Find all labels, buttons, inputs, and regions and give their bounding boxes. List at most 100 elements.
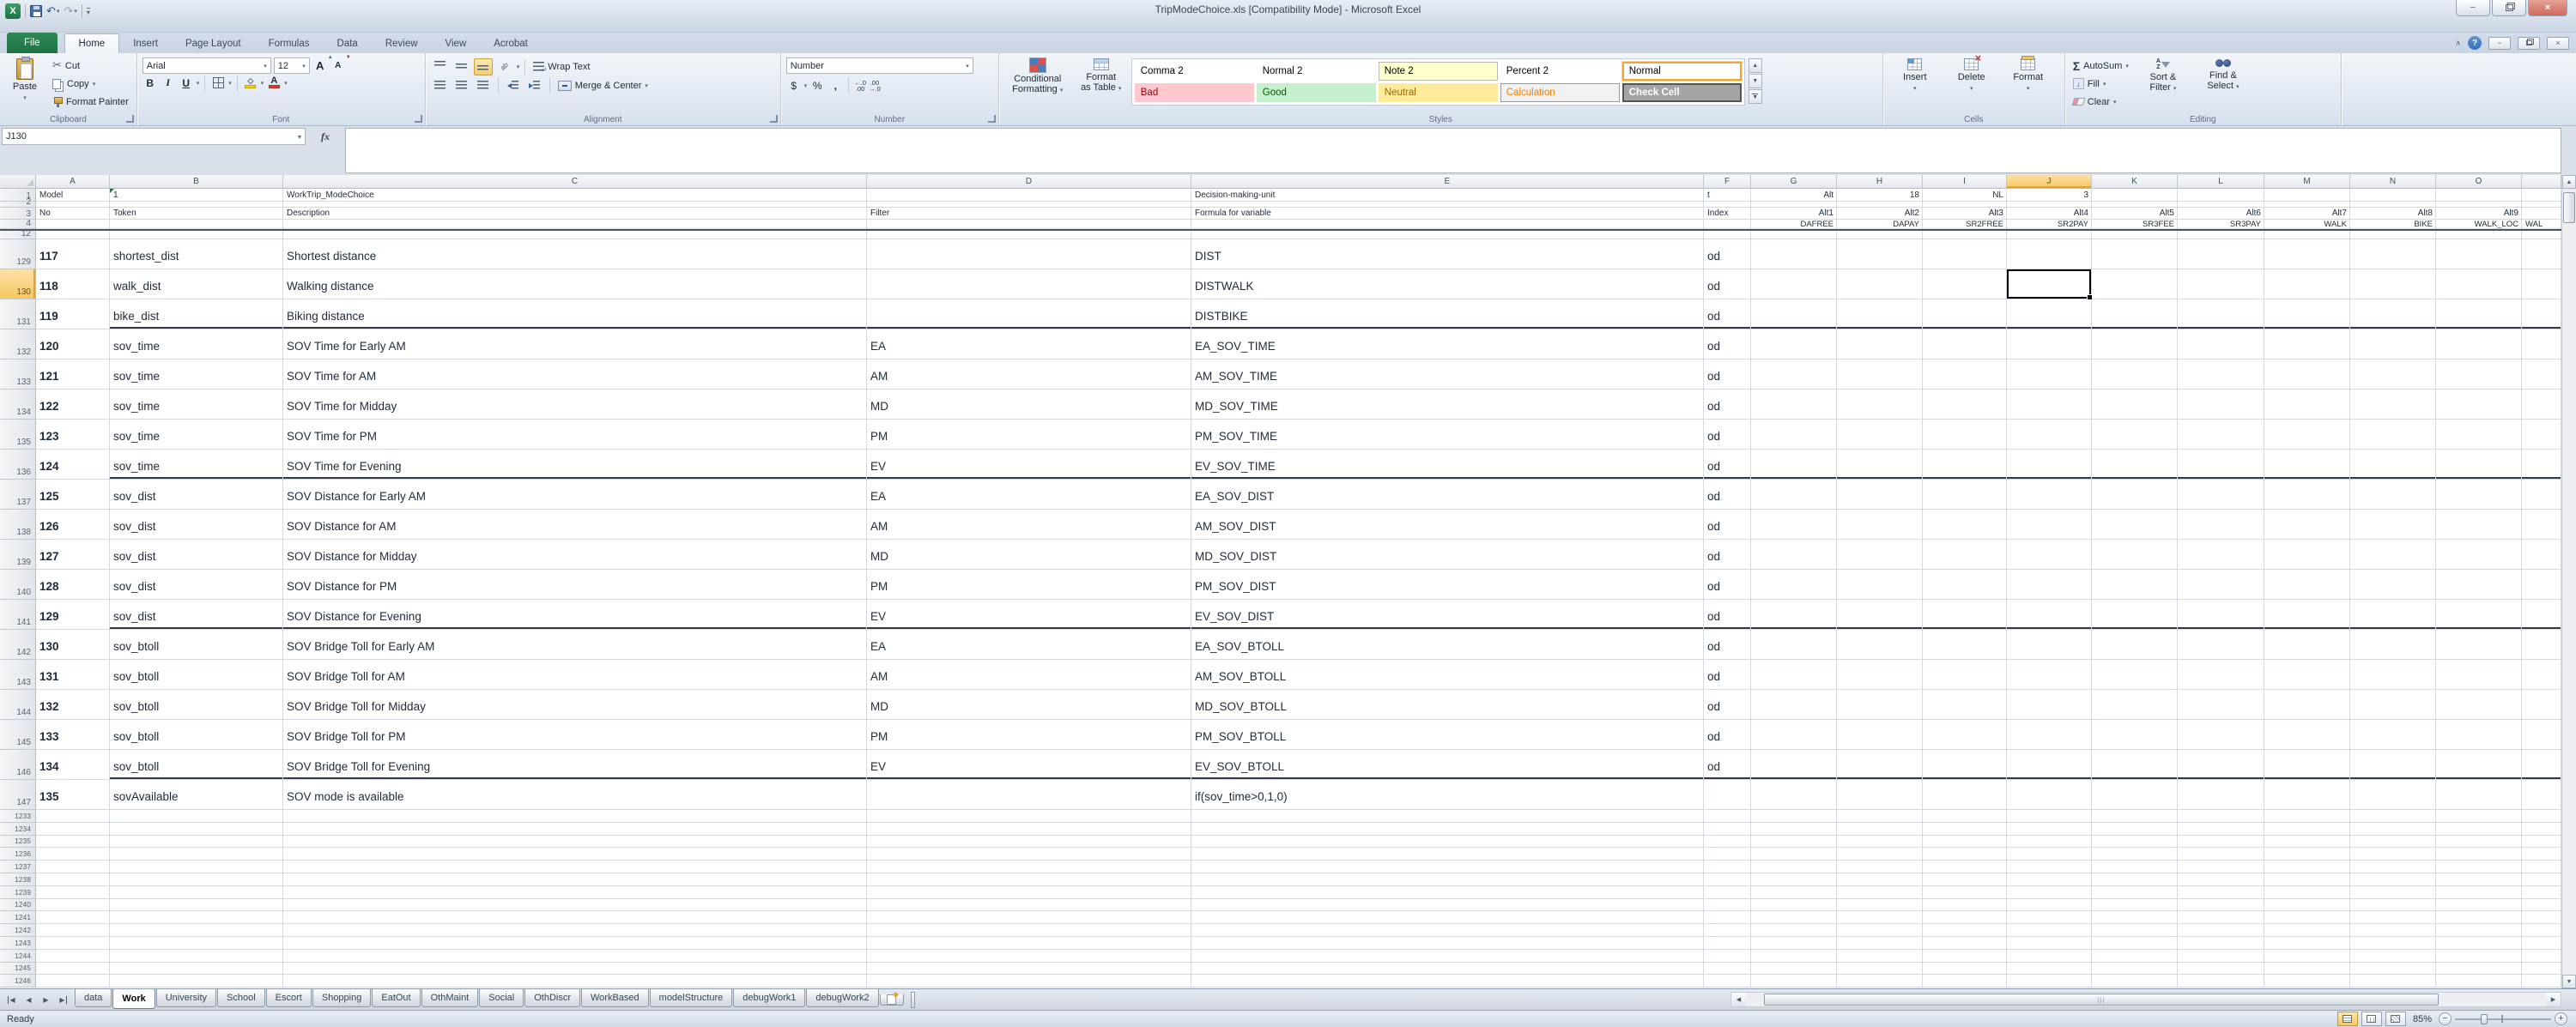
cell-G4[interactable]: DAFREE bbox=[1751, 220, 1837, 229]
cell-M1239[interactable] bbox=[2264, 886, 2350, 899]
cell-N1243[interactable] bbox=[2350, 937, 2436, 950]
cell-I134[interactable] bbox=[1923, 390, 2007, 420]
cell-I1234[interactable] bbox=[1923, 823, 2007, 836]
cell-D129[interactable] bbox=[867, 239, 1191, 269]
cell-K144[interactable] bbox=[2092, 690, 2178, 720]
cell-B1234[interactable] bbox=[110, 823, 283, 836]
cell-D1245[interactable] bbox=[867, 963, 1191, 976]
cell-D2[interactable] bbox=[867, 202, 1191, 208]
cell-O133[interactable] bbox=[2436, 359, 2522, 390]
cell-F1239[interactable] bbox=[1704, 886, 1751, 899]
cell-I129[interactable] bbox=[1923, 239, 2007, 269]
merge-center-button[interactable]: Merge & Center▾ bbox=[555, 76, 651, 94]
fill-button[interactable]: ↓Fill▾ bbox=[2070, 75, 2131, 93]
cell-E1244[interactable] bbox=[1191, 950, 1704, 963]
increase-decimal-button[interactable]: ←.0.00 bbox=[854, 80, 866, 92]
cell-H137[interactable] bbox=[1837, 480, 1923, 510]
cell-K1241[interactable] bbox=[2092, 911, 2178, 924]
cell-N132[interactable] bbox=[2350, 329, 2436, 359]
align-right-button[interactable] bbox=[474, 77, 493, 94]
cell-N1246[interactable] bbox=[2350, 975, 2436, 988]
cell-G12[interactable] bbox=[1751, 231, 1837, 239]
cell-G1245[interactable] bbox=[1751, 963, 1837, 976]
cell-J1245[interactable] bbox=[2007, 963, 2092, 976]
cell-H1241[interactable] bbox=[1837, 911, 1923, 924]
cell-B138[interactable]: sov_dist bbox=[110, 510, 283, 540]
row-header-1236[interactable]: 1236 bbox=[0, 848, 36, 861]
cell-G1239[interactable] bbox=[1751, 886, 1837, 899]
cell-I142[interactable] bbox=[1923, 630, 2007, 660]
tab-data[interactable]: Data bbox=[324, 34, 372, 53]
cell-E131[interactable]: DISTBIKE bbox=[1191, 299, 1704, 329]
row-header-1244[interactable]: 1244 bbox=[0, 950, 36, 963]
column-header-B[interactable]: B bbox=[110, 175, 283, 189]
cell-D1243[interactable] bbox=[867, 937, 1191, 950]
column-header-A[interactable]: A bbox=[36, 175, 110, 189]
row-header-130[interactable]: 130 bbox=[0, 269, 36, 299]
cell-K130[interactable] bbox=[2092, 269, 2178, 299]
cell-H143[interactable] bbox=[1837, 660, 1923, 690]
cell-I2[interactable] bbox=[1923, 202, 2007, 208]
cell-A1233[interactable] bbox=[36, 810, 110, 823]
cell-C147[interactable]: SOV mode is available bbox=[283, 780, 867, 810]
cell-N1241[interactable] bbox=[2350, 911, 2436, 924]
cell-A1246[interactable] bbox=[36, 975, 110, 988]
row-header-1246[interactable]: 1246 bbox=[0, 975, 36, 988]
cell-C1234[interactable] bbox=[283, 823, 867, 836]
format-painter-button[interactable]: Format Painter bbox=[50, 93, 131, 111]
cell-N131[interactable] bbox=[2350, 299, 2436, 329]
cell-B146[interactable]: sov_btoll bbox=[110, 750, 283, 780]
cell-K1239[interactable] bbox=[2092, 886, 2178, 899]
cell-I131[interactable] bbox=[1923, 299, 2007, 329]
cell-C143[interactable]: SOV Bridge Toll for AM bbox=[283, 660, 867, 690]
cell-O135[interactable] bbox=[2436, 420, 2522, 450]
cell-I1240[interactable] bbox=[1923, 899, 2007, 912]
cell-H4[interactable]: DAPAY bbox=[1837, 220, 1923, 229]
cell-M1234[interactable] bbox=[2264, 823, 2350, 836]
style-check-cell[interactable]: Check Cell bbox=[1622, 83, 1742, 102]
cell-I1233[interactable] bbox=[1923, 810, 2007, 823]
cell-H1237[interactable] bbox=[1837, 861, 1923, 873]
cell-K147[interactable] bbox=[2092, 780, 2178, 810]
cell-E132[interactable]: EA_SOV_TIME bbox=[1191, 329, 1704, 359]
cell-D1240[interactable] bbox=[867, 899, 1191, 912]
cell-G1244[interactable] bbox=[1751, 950, 1837, 963]
cell-C1235[interactable] bbox=[283, 836, 867, 849]
column-header-M[interactable]: M bbox=[2264, 175, 2350, 189]
cell-E139[interactable]: MD_SOV_DIST bbox=[1191, 540, 1704, 570]
delete-cells-button[interactable]: Delete▾ bbox=[1945, 57, 1998, 96]
cell-O139[interactable] bbox=[2436, 540, 2522, 570]
cell-K129[interactable] bbox=[2092, 239, 2178, 269]
cell-L146[interactable] bbox=[2178, 750, 2264, 780]
cell-E1243[interactable] bbox=[1191, 937, 1704, 950]
cell-C2[interactable] bbox=[283, 202, 867, 208]
cell-K142[interactable] bbox=[2092, 630, 2178, 660]
cell-J146[interactable] bbox=[2007, 750, 2092, 780]
cell-C1242[interactable] bbox=[283, 924, 867, 937]
cell-H139[interactable] bbox=[1837, 540, 1923, 570]
cell-O147[interactable] bbox=[2436, 780, 2522, 810]
align-middle-button[interactable] bbox=[452, 58, 471, 76]
cell-D144[interactable]: MD bbox=[867, 690, 1191, 720]
cell-D1235[interactable] bbox=[867, 836, 1191, 849]
copy-button[interactable]: Copy▾ bbox=[50, 75, 131, 93]
cell-L1238[interactable] bbox=[2178, 873, 2264, 886]
cell-O12[interactable] bbox=[2436, 231, 2522, 239]
cell-F135[interactable]: od bbox=[1704, 420, 1751, 450]
cell-A1237[interactable] bbox=[36, 861, 110, 873]
cell-B1236[interactable] bbox=[110, 848, 283, 861]
cell-B12[interactable] bbox=[110, 231, 283, 239]
cell-L12[interactable] bbox=[2178, 231, 2264, 239]
cell-B1233[interactable] bbox=[110, 810, 283, 823]
cell-N2[interactable] bbox=[2350, 202, 2436, 208]
clear-button[interactable]: Clear▾ bbox=[2070, 93, 2131, 111]
cell-M1238[interactable] bbox=[2264, 873, 2350, 886]
cell-I1243[interactable] bbox=[1923, 937, 2007, 950]
column-header-N[interactable]: N bbox=[2350, 175, 2436, 189]
cell-O1242[interactable] bbox=[2436, 924, 2522, 937]
cell-J134[interactable] bbox=[2007, 390, 2092, 420]
row-header-135[interactable]: 135 bbox=[0, 420, 36, 450]
tab-scroll-splitter[interactable] bbox=[911, 992, 915, 1008]
tab-view[interactable]: View bbox=[432, 34, 481, 53]
cell-H144[interactable] bbox=[1837, 690, 1923, 720]
